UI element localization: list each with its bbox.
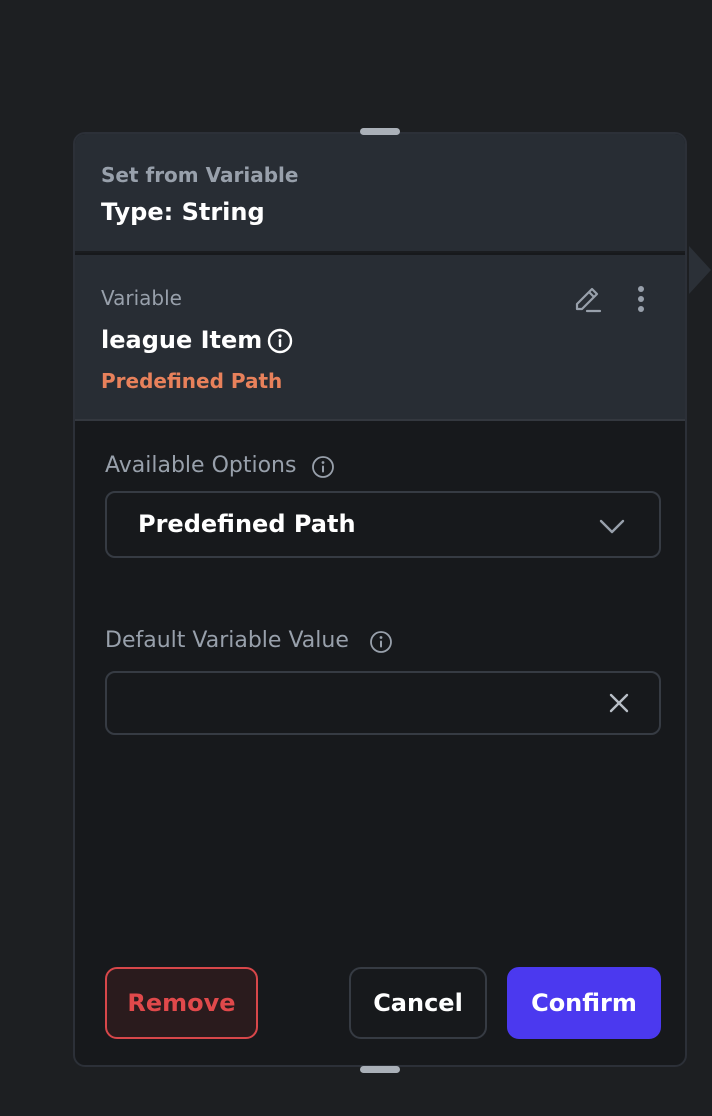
chevron-down-icon [599, 519, 625, 534]
default-value-label: Default Variable Value [105, 628, 349, 653]
available-options-info-icon[interactable] [311, 455, 335, 479]
panel-subtitle: Set from Variable [101, 163, 299, 187]
default-value-field[interactable] [105, 671, 661, 735]
more-vertical-icon[interactable] [631, 283, 651, 317]
side-pointer-arrow [689, 246, 711, 294]
default-value-info-icon[interactable] [369, 630, 393, 654]
variable-label: Variable [101, 286, 182, 310]
confirm-button[interactable]: Confirm [507, 967, 661, 1039]
info-icon[interactable] [267, 328, 293, 354]
panel-title: Type: String [101, 198, 265, 226]
available-options-label: Available Options [105, 453, 297, 478]
drag-handle-top[interactable] [360, 128, 400, 135]
drag-handle-bottom[interactable] [360, 1066, 400, 1073]
cancel-button[interactable]: Cancel [349, 967, 487, 1039]
variable-name: league Item [101, 326, 263, 354]
remove-button[interactable]: Remove [105, 967, 258, 1039]
edit-icon[interactable] [571, 283, 605, 317]
default-value-input[interactable] [125, 685, 589, 723]
close-icon[interactable] [605, 689, 633, 717]
variable-card[interactable]: Variable league Item Predefined Path [75, 255, 685, 421]
panel-header: Set from Variable Type: String [75, 134, 685, 253]
dropdown-selected-value: Predefined Path [138, 510, 356, 538]
variable-source-path: Predefined Path [101, 369, 283, 393]
available-options-dropdown[interactable]: Predefined Path [105, 491, 661, 558]
set-from-variable-panel: Set from Variable Type: String Variable … [73, 132, 687, 1067]
